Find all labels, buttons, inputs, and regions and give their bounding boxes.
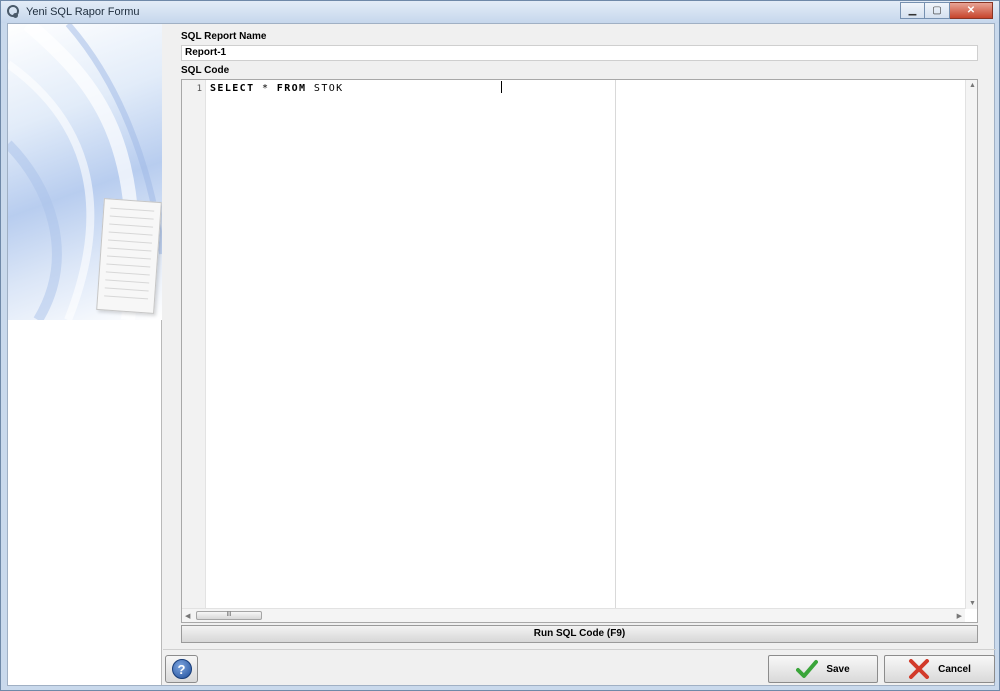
report-name-input[interactable]: Report-1: [181, 45, 978, 61]
keyword-from: FROM: [276, 83, 307, 94]
sql-code-label: SQL Code: [181, 65, 230, 76]
title-bar[interactable]: Yeni SQL Rapor Formu ▁ ▢ ✕: [1, 1, 999, 23]
cancel-button[interactable]: Cancel: [884, 655, 995, 683]
left-panel: [8, 24, 162, 685]
run-sql-button[interactable]: Run SQL Code (F9): [181, 625, 978, 643]
check-icon: [796, 659, 819, 679]
help-icon: ?: [171, 659, 192, 679]
scroll-left-icon[interactable]: ◀: [185, 612, 190, 620]
save-label: Save: [826, 663, 850, 675]
line-number: 1: [196, 84, 202, 94]
cancel-label: Cancel: [938, 663, 971, 675]
table-name: STOK: [313, 83, 344, 94]
bottom-bar: ? Save Cancel: [163, 649, 996, 685]
scroll-down-icon[interactable]: ▼: [969, 600, 976, 607]
keyword-select: SELECT: [210, 83, 255, 94]
decorative-banner: [8, 24, 162, 320]
vertical-scrollbar[interactable]: ▲ ▼: [965, 80, 977, 609]
minimize-button[interactable]: ▁: [900, 2, 925, 19]
horizontal-scroll-thumb[interactable]: III: [196, 611, 262, 620]
cross-icon: [908, 659, 930, 679]
close-button[interactable]: ✕: [950, 2, 993, 19]
window-controls: ▁ ▢ ✕: [900, 2, 993, 19]
app-icon: [6, 5, 20, 19]
window-title: Yeni SQL Rapor Formu: [26, 6, 140, 18]
scroll-right-icon[interactable]: ▶: [957, 612, 962, 620]
right-margin-line: [615, 80, 616, 609]
window: Yeni SQL Rapor Formu ▁ ▢ ✕ SQL Report Na…: [0, 0, 1000, 691]
operator-star: *: [261, 83, 270, 94]
document-illustration: [96, 198, 162, 314]
scroll-up-icon[interactable]: ▲: [969, 82, 976, 89]
client-area: SQL Report Name Report-1 SQL Code 1 SELE…: [7, 23, 996, 686]
report-name-label: SQL Report Name: [181, 31, 267, 42]
sql-code-editor[interactable]: 1 SELECT * FROM STOK ▲ ▼ ◀ III ▶: [181, 79, 978, 623]
line-number-gutter: 1: [182, 80, 206, 609]
help-button[interactable]: ?: [165, 655, 198, 683]
report-form: SQL Report Name Report-1 SQL Code 1 SELE…: [163, 24, 996, 685]
save-button[interactable]: Save: [768, 655, 878, 683]
horizontal-scrollbar[interactable]: ◀ III ▶: [182, 608, 965, 622]
text-caret: [501, 81, 502, 93]
code-line[interactable]: SELECT * FROM STOK: [210, 83, 344, 94]
maximize-button[interactable]: ▢: [925, 2, 950, 19]
